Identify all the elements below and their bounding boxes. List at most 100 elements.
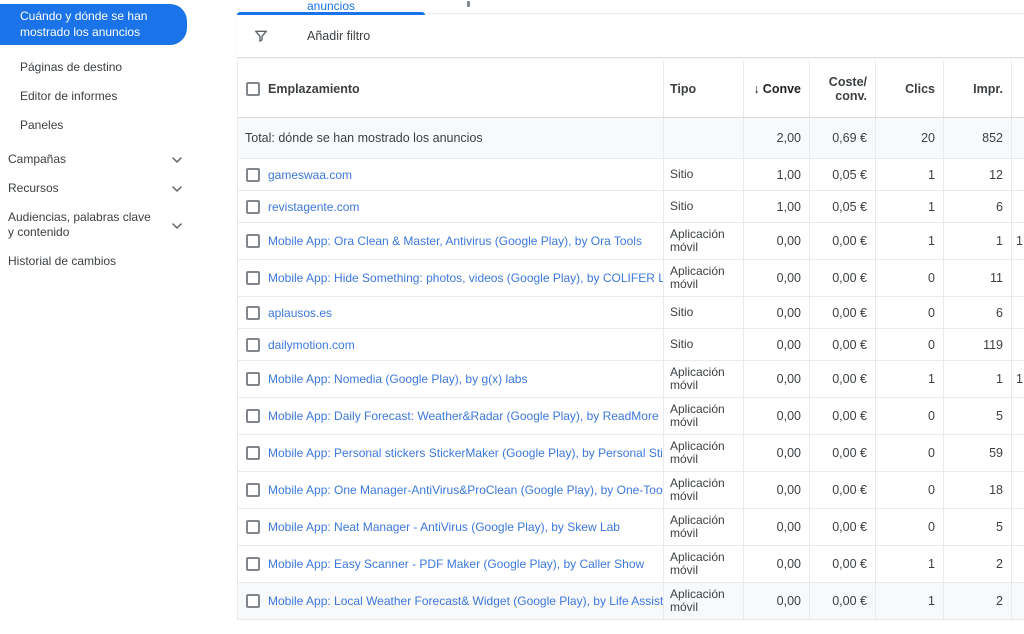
sort-descending-icon: ↓ [753,82,760,96]
add-filter-bar[interactable]: Añadir filtro [237,14,1024,58]
impressions-value: 2 [943,546,1011,582]
placement-link[interactable]: gameswaa.com [268,168,352,182]
placement-link[interactable]: dailymotion.com [268,338,355,352]
impressions-value: 5 [943,509,1011,545]
clicks-value: 0 [875,260,943,296]
header-tipo[interactable]: Tipo [663,61,743,117]
placement-link[interactable]: Mobile App: Nomedia (Google Play), by g(… [268,372,527,386]
sidebar-item-audiencias-palabras-clave-y-contenido[interactable]: Audiencias, palabras clave y contenido [0,203,182,247]
placement-link[interactable]: Mobile App: Local Weather Forecast& Widg… [268,594,663,608]
placement-cell: revistagente.com [238,191,663,222]
placement-cell: Mobile App: Ora Clean & Master, Antiviru… [238,223,663,259]
table-row: aplausos.es Sitio 0,00 0,00 € 0 6 [238,297,1024,329]
placement-link[interactable]: Mobile App: Daily Forecast: Weather&Rada… [268,409,659,423]
clicks-value: 0 [875,398,943,434]
row-checkbox[interactable] [246,271,260,285]
conversions-value: 0,00 [743,472,809,508]
placement-link[interactable]: Mobile App: Hide Something: photos, vide… [268,271,663,285]
sidebar-item-historial-de-cambios[interactable]: Historial de cambios [0,247,182,276]
sidebar-item-editor-de-informes[interactable]: Editor de informes [0,82,222,111]
impressions-value: 6 [943,297,1011,328]
clipped-column-cell [1011,260,1024,296]
tab-partial-glyph[interactable] [467,1,470,7]
sidebar-item-when-where-ads-shown-active[interactable]: Cuándo y dónde se han mostrado los anunc… [0,4,187,45]
placement-type: Sitio [663,329,743,360]
placement-cell: Mobile App: One Manager-AntiVirus&ProCle… [238,472,663,508]
placement-link[interactable]: Mobile App: Personal stickers StickerMak… [268,446,663,460]
cost-per-conv-value: 0,00 € [809,329,875,360]
placement-type: Sitio [663,159,743,190]
row-checkbox[interactable] [246,483,260,497]
clipped-column-cell [1011,435,1024,471]
clipped-column-cell [1011,159,1024,190]
chevron-down-icon [172,152,182,167]
table-row: Mobile App: Ora Clean & Master, Antiviru… [238,223,1024,260]
placement-cell: Mobile App: Local Weather Forecast& Widg… [238,583,663,619]
impressions-value: 119 [943,329,1011,360]
header-clicks-label: Clics [905,82,935,96]
clipped-column-cell [1011,472,1024,508]
row-checkbox[interactable] [246,409,260,423]
impressions-value: 2 [943,583,1011,619]
clipped-column-cell [1011,398,1024,434]
sidebar-section-label: Recursos [8,181,59,195]
conversions-value: 0,00 [743,435,809,471]
row-checkbox[interactable] [246,372,260,386]
row-checkbox[interactable] [246,446,260,460]
sidebar-item-p-ginas-de-destino[interactable]: Páginas de destino [0,53,222,82]
placement-cell: Mobile App: Nomedia (Google Play), by g(… [238,361,663,397]
header-impressions[interactable]: Impr. [943,61,1011,117]
google-ads-placements-screen: Cuándo y dónde se han mostrado los anunc… [0,0,1024,634]
table-row: Mobile App: Easy Scanner - PDF Maker (Go… [238,546,1024,583]
placement-link[interactable]: aplausos.es [268,306,332,320]
placement-cell: gameswaa.com [238,159,663,190]
header-cost-per-conv[interactable]: Coste/conv. [809,61,875,117]
total-tipo-cell [663,118,743,158]
placement-link[interactable]: Mobile App: One Manager-AntiVirus&ProCle… [268,483,663,497]
row-checkbox[interactable] [246,337,260,352]
header-conversions-sorted[interactable]: ↓ Conve [743,61,809,117]
impressions-value: 12 [943,159,1011,190]
placement-link[interactable]: Mobile App: Ora Clean & Master, Antiviru… [268,234,642,248]
row-checkbox[interactable] [246,557,260,571]
clicks-value: 0 [875,472,943,508]
row-checkbox[interactable] [246,594,260,608]
select-all-checkbox[interactable] [246,82,260,96]
sidebar-item-recursos[interactable]: Recursos [0,174,182,203]
chevron-down-icon [172,218,182,233]
placement-cell: dailymotion.com [238,329,663,360]
table-header-row: Emplazamiento Tipo ↓ Conve Coste/conv. C… [238,61,1024,118]
conversions-value: 1,00 [743,191,809,222]
row-checkbox[interactable] [246,199,260,214]
sidebar-sections: Campañas Recursos Audiencias, palabras cla… [0,145,222,276]
placement-link[interactable]: Mobile App: Easy Scanner - PDF Maker (Go… [268,557,644,571]
placement-type: Sitio [663,191,743,222]
cost-per-conv-value: 0,00 € [809,223,875,259]
placement-type: Aplicación móvil [663,583,743,619]
sidebar-item-campa-as[interactable]: Campañas [0,145,182,174]
table-row: Mobile App: Personal stickers StickerMak… [238,435,1024,472]
row-checkbox[interactable] [246,234,260,248]
header-emplazamiento: Emplazamiento [238,61,663,117]
row-checkbox[interactable] [246,167,260,182]
row-checkbox[interactable] [246,305,260,320]
placement-link[interactable]: revistagente.com [268,200,359,214]
clipped-column-cell: 1 [1011,223,1024,259]
total-clipped-column [1011,118,1024,158]
table-row: Mobile App: Local Weather Forecast& Widg… [238,583,1024,620]
placement-type: Aplicación móvil [663,546,743,582]
conversions-value: 0,00 [743,546,809,582]
cost-per-conv-value: 0,00 € [809,472,875,508]
tab-anuncios-active[interactable]: anuncios [237,0,425,15]
header-clicks[interactable]: Clics [875,61,943,117]
clipped-column-cell [1011,546,1024,582]
conversions-value: 0,00 [743,583,809,619]
table-row: gameswaa.com Sitio 1,00 0,05 € 1 12 [238,159,1024,191]
total-label: Total: dónde se han mostrado los anuncio… [245,131,483,145]
placement-link[interactable]: Mobile App: Neat Manager - AntiVirus (Go… [268,520,620,534]
cost-per-conv-value: 0,00 € [809,435,875,471]
row-checkbox[interactable] [246,520,260,534]
funnel-filter-icon [253,28,269,44]
placement-type: Aplicación móvil [663,361,743,397]
sidebar-item-paneles[interactable]: Paneles [0,111,222,140]
